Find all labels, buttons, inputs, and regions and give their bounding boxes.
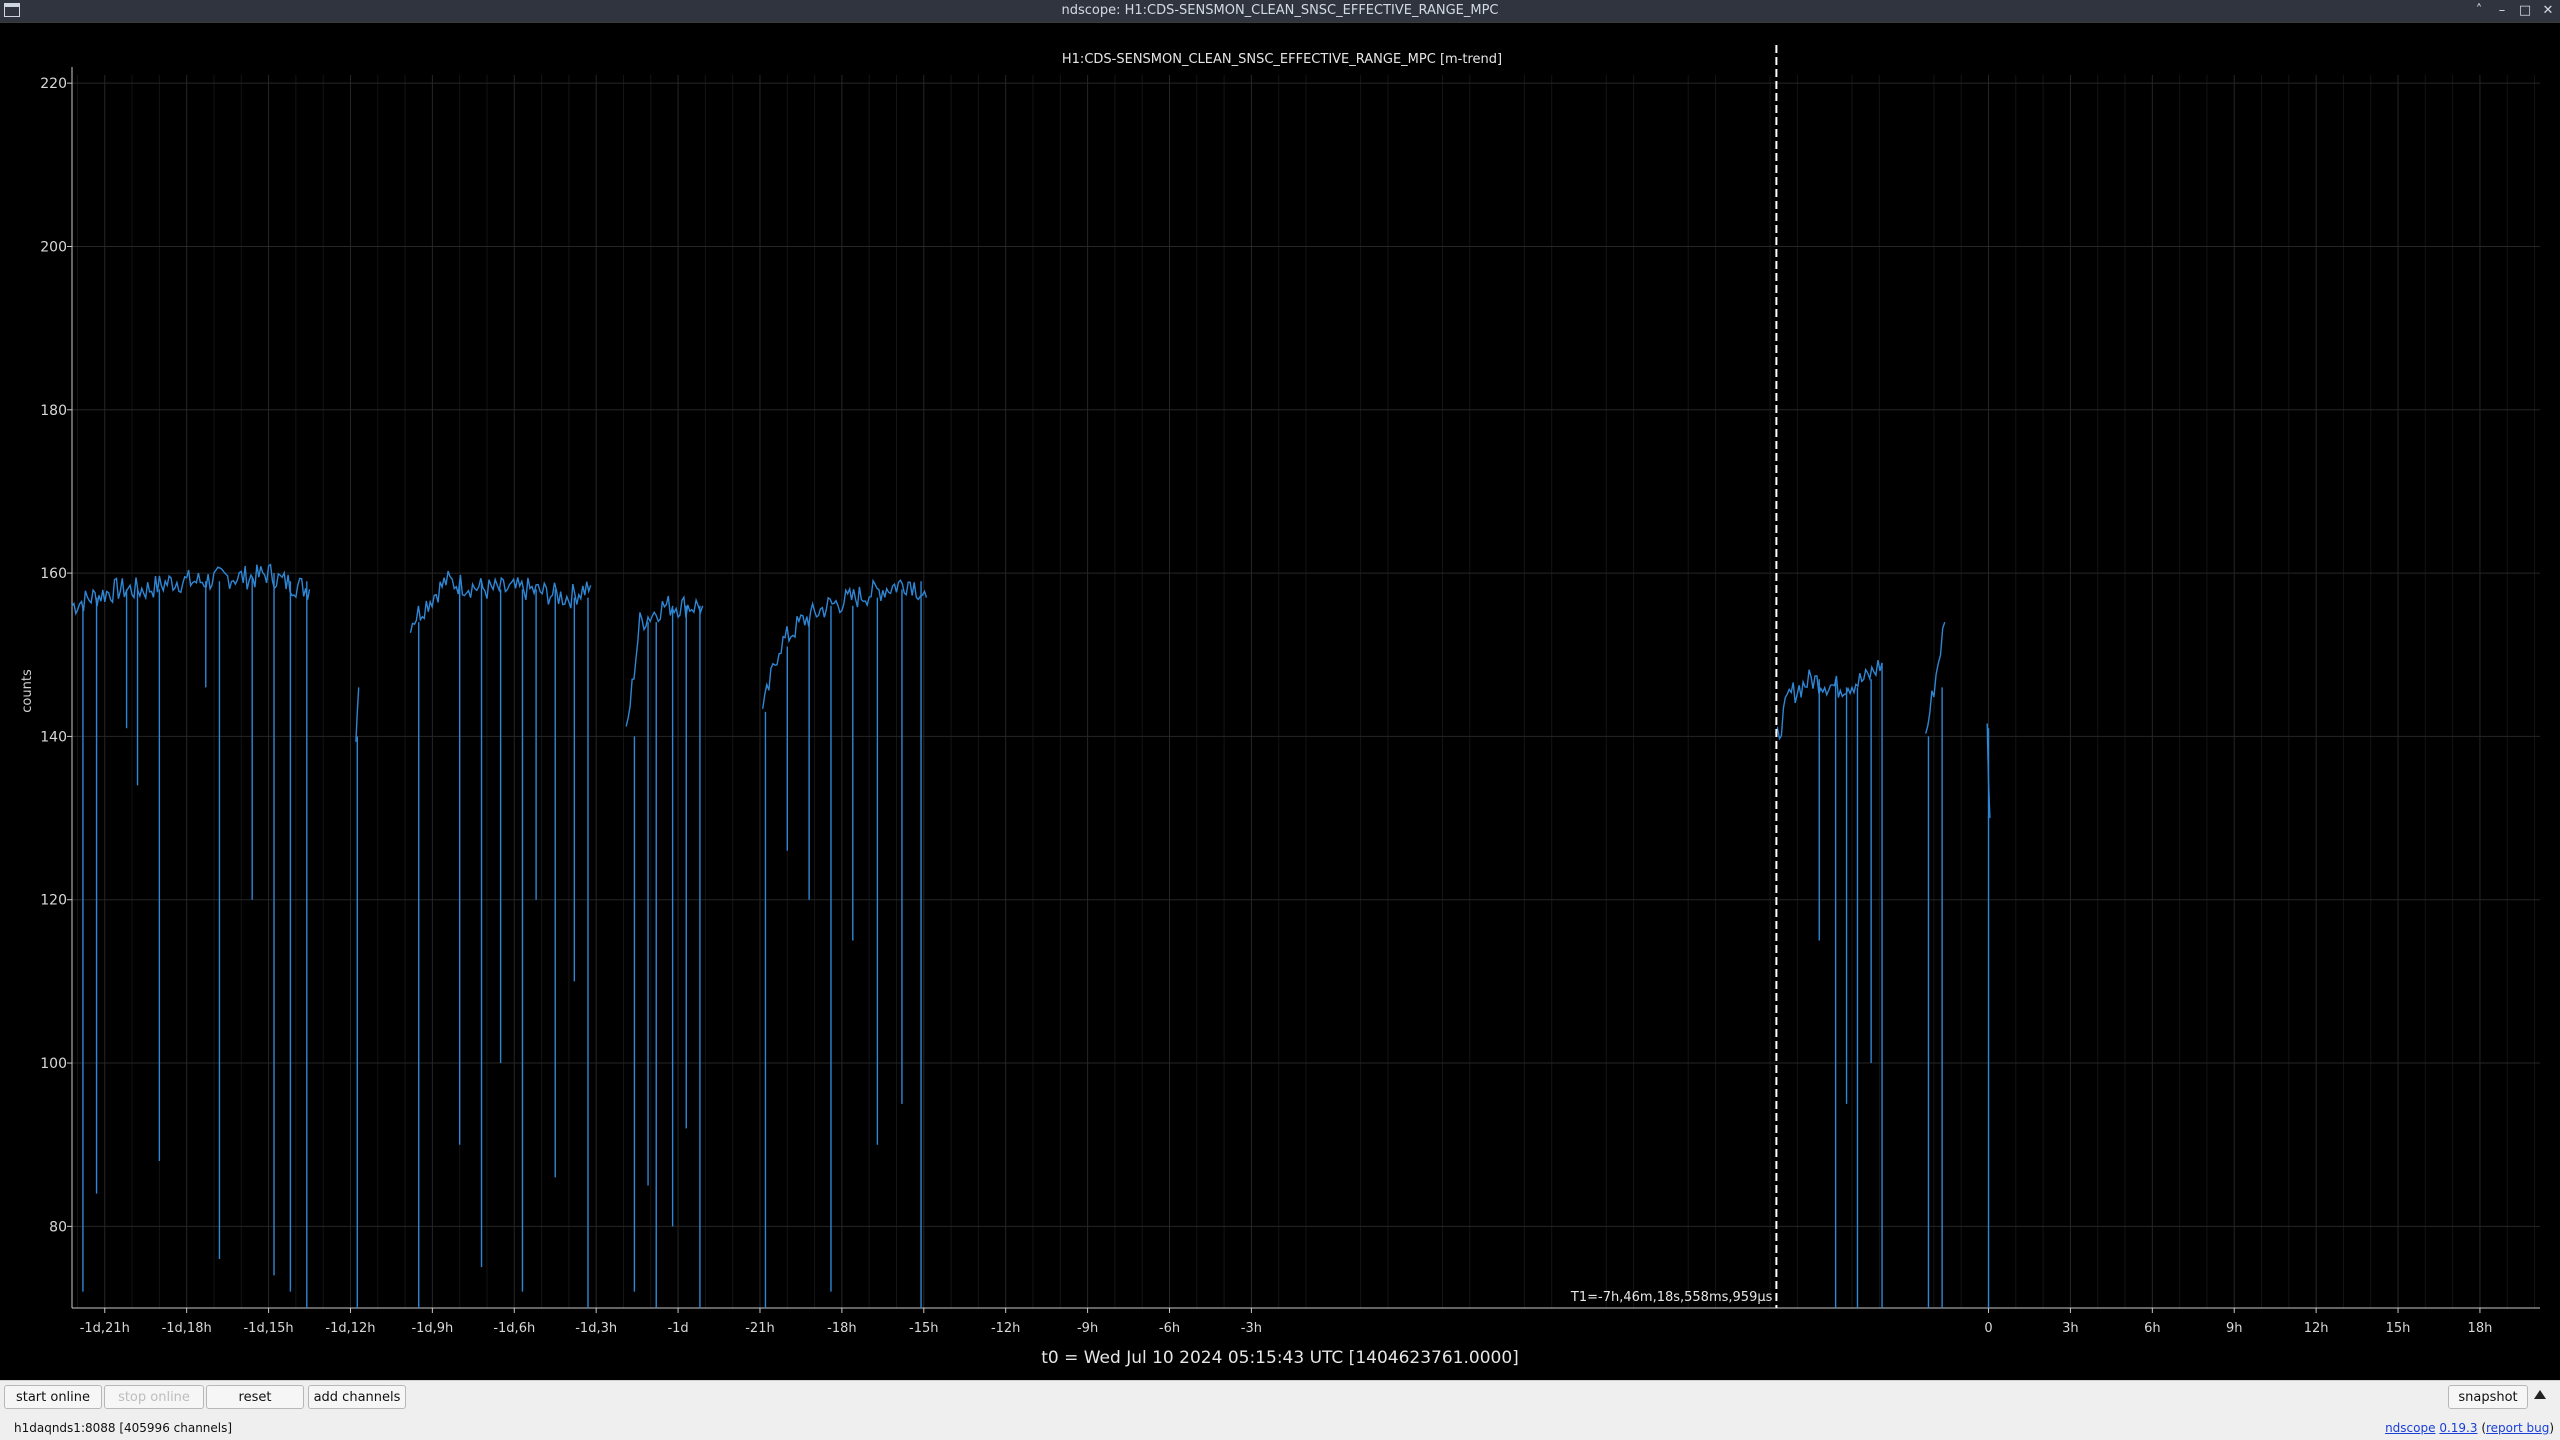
window-close-button[interactable]: ✕ (2537, 0, 2559, 22)
x-tick-label: -1d (667, 1321, 688, 1336)
app-window-icon (4, 3, 20, 17)
y-tick-label: 160 (40, 566, 67, 582)
plot-title: H1:CDS-SENSMON_CLEAN_SNSC_EFFECTIVE_RANG… (1062, 52, 1502, 67)
x-tick-label: 15h (2386, 1321, 2411, 1336)
trace-segment (625, 595, 704, 727)
x-tick-label: 6h (2144, 1321, 2161, 1336)
axes: -1d,21h -1d,18h -1d,15h -1d,12h -1d,9h -1d,6h… (40, 67, 2540, 1336)
x-tick-label: 9h (2226, 1321, 2243, 1336)
stop-online-button: stop online (104, 1385, 204, 1409)
x-tick-label: -12h (991, 1321, 1020, 1336)
version-info: ndscope 0.19.3 (report bug) (2385, 1421, 2554, 1435)
status-bar: h1daqnds1:8088 [405996 channels] ndscope… (0, 1416, 2560, 1440)
window-keep-above-button[interactable]: ˄ (2468, 0, 2490, 22)
x-tick-label: -15h (909, 1321, 938, 1336)
x-tick-label: -18h (827, 1321, 856, 1336)
window-maximize-button[interactable]: □ (2514, 0, 2536, 22)
collapse-arrow-icon[interactable] (2534, 1390, 2546, 1399)
x-tick-label: -1d,9h (411, 1321, 453, 1336)
x-tick-label: 12h (2304, 1321, 2329, 1336)
trace-segment (1774, 659, 1883, 741)
x-tick-label: -1d,18h (162, 1321, 212, 1336)
y-tick-label: 180 (40, 403, 67, 419)
x-tick-label: -3h (1241, 1321, 1262, 1336)
grid-lines (72, 75, 2540, 1308)
x-tick-label: -9h (1077, 1321, 1098, 1336)
t0-label: t0 = Wed Jul 10 2024 05:15:43 UTC [14046… (1041, 1348, 1519, 1368)
x-tick-label: 0 (1984, 1321, 1992, 1336)
x-tick-label: -6h (1159, 1321, 1180, 1336)
plot-area[interactable]: -1d,21h -1d,18h -1d,15h -1d,12h -1d,9h -1d,6h… (0, 22, 2560, 1381)
server-status: h1daqnds1:8088 [405996 channels] (14, 1421, 233, 1435)
x-tick-label: -1d,12h (325, 1321, 375, 1336)
y-axis-label: counts (20, 669, 35, 713)
t1-cursor-label: T1=-7h,46m,18s,558ms,959μs (1570, 1290, 1773, 1305)
report-bug-link[interactable]: report bug (2486, 1421, 2549, 1435)
x-tick-label: -1d,6h (493, 1321, 535, 1336)
add-channels-button[interactable]: add channels (308, 1385, 406, 1409)
x-tick-label: 18h (2468, 1321, 2493, 1336)
trace-segment (355, 687, 360, 742)
window-minimize-button[interactable]: – (2491, 0, 2513, 22)
y-tick-label: 220 (40, 76, 67, 92)
series-trace (71, 563, 1991, 1308)
y-tick-label: 100 (40, 1056, 67, 1072)
window-title: ndscope: H1:CDS-SENSMON_CLEAN_SNSC_EFFEC… (1061, 3, 1499, 18)
y-tick-label: 120 (40, 893, 67, 909)
version-link[interactable]: 0.19.3 (2439, 1421, 2477, 1435)
trend-chart[interactable]: -1d,21h -1d,18h -1d,15h -1d,12h -1d,9h -1d,6h… (0, 23, 2560, 1381)
x-tick-label: -1d,15h (243, 1321, 293, 1336)
start-online-button[interactable]: start online (4, 1385, 102, 1409)
x-tick-label: 3h (2062, 1321, 2079, 1336)
x-tick-label: -21h (745, 1321, 774, 1336)
x-tick-label: -1d,21h (80, 1321, 130, 1336)
y-tick-label: 140 (40, 729, 67, 745)
window-titlebar: ndscope: H1:CDS-SENSMON_CLEAN_SNSC_EFFEC… (0, 0, 2560, 22)
y-tick-label: 80 (49, 1219, 67, 1235)
ndscope-link[interactable]: ndscope (2385, 1421, 2435, 1435)
reset-button[interactable]: reset (206, 1385, 304, 1409)
snapshot-button[interactable]: snapshot (2448, 1385, 2528, 1409)
y-tick-label: 200 (40, 239, 67, 255)
x-tick-label: -1d,3h (575, 1321, 617, 1336)
